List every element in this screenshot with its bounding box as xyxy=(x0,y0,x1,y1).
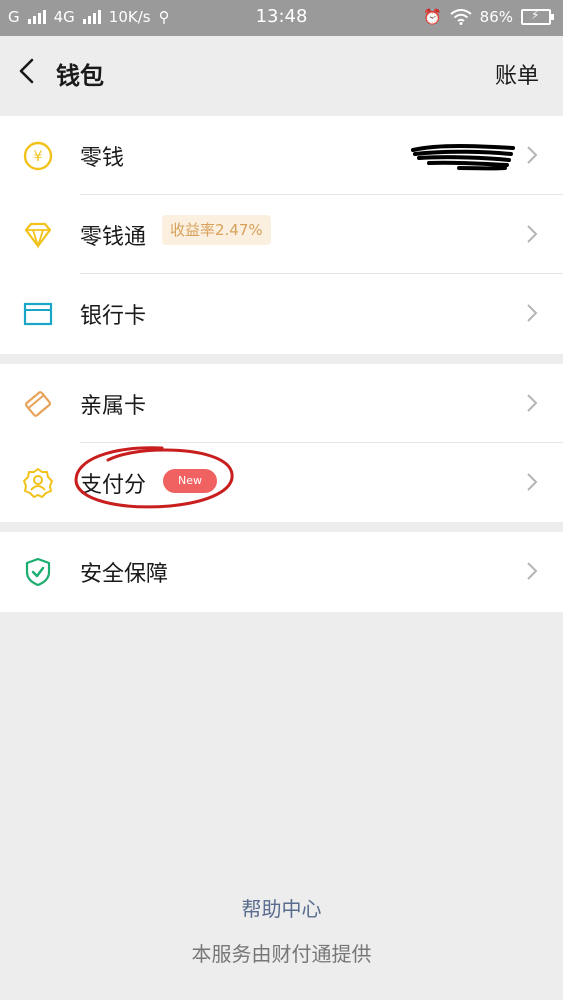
diamond-icon xyxy=(24,222,52,250)
row-bank-card[interactable]: 银行卡 xyxy=(0,274,563,353)
row-pay-score[interactable]: 支付分 New xyxy=(0,443,563,522)
row-change[interactable]: ¥ 零钱 xyxy=(0,116,563,195)
chevron-right-icon xyxy=(527,304,538,322)
status-bar: G 4G 10K/s ⚲ 13:48 ⏰ 86% ⚡ xyxy=(0,0,563,36)
chevron-right-icon xyxy=(527,225,538,243)
back-icon[interactable] xyxy=(16,58,38,84)
chevron-right-icon xyxy=(527,394,538,412)
row-security[interactable]: 安全保障 xyxy=(0,532,563,611)
yuan-coin-icon: ¥ xyxy=(23,141,53,171)
wallet-group-security: 安全保障 xyxy=(0,532,563,612)
redaction-scribble xyxy=(411,144,515,171)
wifi-icon xyxy=(450,9,472,25)
provider-text: 本服务由财付通提供 xyxy=(191,942,372,966)
status-right: ⏰ 86% ⚡ xyxy=(422,8,554,26)
row-security-label: 安全保障 xyxy=(80,562,169,587)
wallet-group-primary: ¥ 零钱 零钱通 收益率2.47% 银行卡 xyxy=(0,116,563,354)
row-lingqiantong-label: 零钱通 xyxy=(80,225,147,250)
family-card-icon xyxy=(24,391,52,417)
wallet-group-secondary: 亲属卡 支付分 New xyxy=(0,364,563,522)
card-icon xyxy=(23,302,53,326)
row-family-card[interactable]: 亲属卡 xyxy=(0,364,563,443)
chevron-right-icon xyxy=(527,473,538,491)
battery-icon: ⚡ xyxy=(521,8,554,25)
row-pay-score-label: 支付分 xyxy=(80,473,147,498)
row-lingqiantong[interactable]: 零钱通 收益率2.47% xyxy=(0,195,563,274)
page-title: 钱包 xyxy=(56,62,104,90)
help-center-link[interactable]: 帮助中心 xyxy=(0,893,563,922)
row-change-label: 零钱 xyxy=(80,146,125,171)
shield-icon xyxy=(25,557,51,587)
new-badge: New xyxy=(163,469,217,493)
score-badge-icon xyxy=(23,468,53,498)
header: 钱包 账单 xyxy=(0,36,563,110)
alarm-icon: ⏰ xyxy=(422,8,442,26)
row-family-card-label: 亲属卡 xyxy=(80,394,147,419)
svg-text:¥: ¥ xyxy=(34,149,43,165)
row-bank-card-label: 银行卡 xyxy=(80,304,147,329)
bill-button[interactable]: 账单 xyxy=(495,58,539,90)
chevron-right-icon xyxy=(527,146,538,164)
battery-percent: 86% xyxy=(479,8,513,26)
chevron-right-icon xyxy=(527,562,538,580)
yield-rate-badge: 收益率2.47% xyxy=(162,215,271,245)
